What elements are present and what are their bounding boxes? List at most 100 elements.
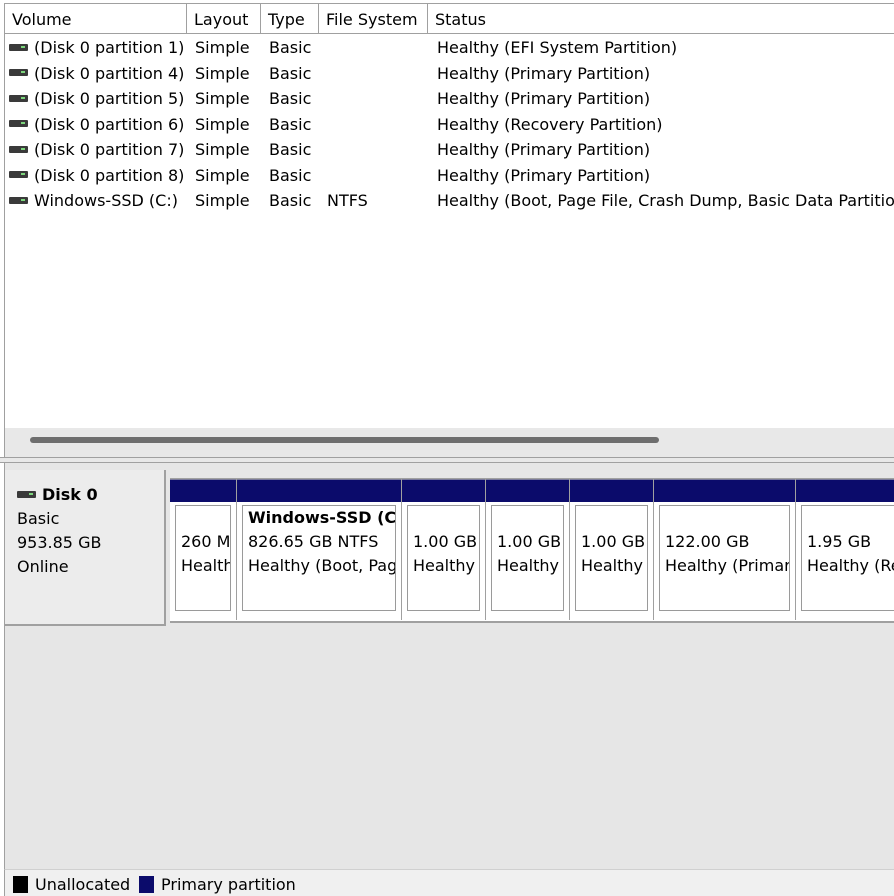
partition-color-bar bbox=[237, 479, 401, 502]
partition-size: 122.00 GB bbox=[665, 532, 750, 551]
layout-cell: Simple bbox=[195, 165, 250, 185]
partition-label bbox=[581, 506, 647, 530]
volume-cell: (Disk 0 partition 5) bbox=[9, 86, 184, 112]
status-cell: Healthy (Recovery Partition) bbox=[437, 114, 663, 134]
partition-block[interactable]: Windows-SSD (C:) 826.65 GB NTFS Healthy … bbox=[237, 479, 402, 620]
layout-cell: Simple bbox=[195, 140, 250, 159]
layout-cell: Simple bbox=[195, 89, 250, 108]
partition-details: Windows-SSD (C:) 826.65 GB NTFS Healthy … bbox=[242, 505, 396, 611]
partition-color-bar bbox=[170, 479, 236, 502]
disk-name: Disk 0 bbox=[42, 485, 98, 504]
partition-block[interactable]: 1.00 GB Healthy (Primary Partition) bbox=[570, 479, 654, 620]
drive-icon bbox=[9, 69, 28, 76]
volume-name: (Disk 0 partition 4) bbox=[34, 63, 185, 83]
type-cell: Basic bbox=[269, 165, 312, 185]
volume-name: (Disk 0 partition 5) bbox=[34, 89, 185, 108]
partition-color-bar bbox=[570, 479, 653, 502]
partition-label bbox=[413, 506, 479, 530]
column-header-volume[interactable]: Volume bbox=[5, 4, 187, 33]
disk-size: 953.85 GB bbox=[17, 533, 102, 552]
disk-status: Online bbox=[17, 557, 69, 576]
status-cell: Healthy (EFI System Partition) bbox=[437, 38, 678, 57]
status-cell: Healthy (Primary Partition) bbox=[437, 140, 651, 159]
type-cell: Basic bbox=[269, 140, 312, 159]
type-cell: Basic bbox=[269, 114, 312, 134]
volume-name: Windows-SSD (C:) bbox=[34, 191, 178, 210]
table-row[interactable]: Windows-SSD (C:) Simple Basic NTFS Healt… bbox=[5, 188, 894, 214]
partition-size: 260 MB bbox=[181, 532, 231, 551]
partition-details: 1.00 GB Healthy (Primary Partition) bbox=[575, 505, 648, 611]
partition-color-bar bbox=[654, 479, 795, 502]
partition-status: Healthy (Recovery Partition) bbox=[807, 556, 894, 575]
column-header-status[interactable]: Status bbox=[428, 4, 894, 33]
column-header-file-system[interactable]: File System bbox=[319, 4, 428, 33]
table-row[interactable]: (Disk 0 partition 5) Simple Basic Health… bbox=[5, 86, 894, 112]
volume-cell: (Disk 0 partition 4) bbox=[9, 61, 184, 87]
partition-size: 1.00 GB bbox=[497, 532, 562, 551]
column-header: Volume Layout Type File System Status bbox=[5, 4, 894, 34]
disk-info-panel[interactable]: Disk 0 Basic 953.85 GB Online bbox=[5, 470, 166, 626]
partition-block[interactable]: 1.00 GB Healthy (Primary Partition) bbox=[486, 479, 570, 620]
table-row[interactable]: (Disk 0 partition 8) Simple Basic Health… bbox=[5, 163, 894, 189]
volume-cell: (Disk 0 partition 7) bbox=[9, 137, 184, 163]
volume-cell: (Disk 0 partition 1) bbox=[9, 35, 184, 61]
type-cell: Basic bbox=[269, 38, 312, 57]
type-cell: Basic bbox=[269, 63, 312, 83]
column-header-layout[interactable]: Layout bbox=[187, 4, 261, 33]
volume-name: (Disk 0 partition 8) bbox=[34, 165, 185, 185]
volume-rows: (Disk 0 partition 1) Simple Basic Health… bbox=[5, 35, 894, 214]
table-row[interactable]: (Disk 0 partition 6) Simple Basic Health… bbox=[5, 112, 894, 138]
partition-label bbox=[497, 506, 563, 530]
partition-status: Healthy (Primary Partition) bbox=[497, 556, 563, 575]
type-cell: Basic bbox=[269, 191, 312, 210]
partition-label: Windows-SSD (C:) bbox=[248, 508, 396, 527]
volume-cell: (Disk 0 partition 6) bbox=[9, 112, 184, 138]
layout-cell: Simple bbox=[195, 114, 250, 134]
partition-map: 260 MB Healthy (EFI System Partition) Wi… bbox=[170, 478, 894, 623]
legend-label: Primary partition bbox=[161, 875, 296, 894]
table-row[interactable]: (Disk 0 partition 4) Simple Basic Health… bbox=[5, 61, 894, 87]
partition-label bbox=[665, 506, 789, 530]
volume-name: (Disk 0 partition 7) bbox=[34, 140, 185, 159]
table-row[interactable]: (Disk 0 partition 1) Simple Basic Health… bbox=[5, 35, 894, 61]
partition-status: Healthy (Boot, Page File, Crash Dump, Ba… bbox=[248, 556, 395, 575]
partition-status: Healthy (EFI System Partition) bbox=[181, 556, 230, 575]
layout-cell: Simple bbox=[195, 191, 250, 210]
partition-details: 260 MB Healthy (EFI System Partition) bbox=[175, 505, 231, 611]
drive-icon bbox=[9, 145, 28, 153]
scrollbar-thumb[interactable] bbox=[30, 437, 659, 443]
disk-type: Basic bbox=[17, 509, 60, 528]
primary-partition-swatch bbox=[139, 876, 154, 893]
partition-size: 1.00 GB bbox=[581, 532, 646, 551]
status-cell: Healthy (Primary Partition) bbox=[437, 165, 651, 185]
column-header-type[interactable]: Type bbox=[261, 4, 319, 33]
partition-details: 1.00 GB Healthy (Primary Partition) bbox=[491, 505, 564, 611]
volume-name: (Disk 0 partition 1) bbox=[34, 38, 185, 57]
volume-cell: Windows-SSD (C:) bbox=[9, 188, 178, 214]
layout-cell: Simple bbox=[195, 63, 250, 83]
partition-size: 1.00 GB bbox=[413, 532, 478, 551]
partition-block[interactable]: 1.00 GB Healthy (Primary Partition) bbox=[402, 479, 486, 620]
partition-label bbox=[807, 506, 894, 530]
partition-block[interactable]: 260 MB Healthy (EFI System Partition) bbox=[170, 479, 237, 620]
horizontal-scrollbar[interactable] bbox=[5, 428, 894, 458]
partition-details: 1.00 GB Healthy (Primary Partition) bbox=[407, 505, 480, 611]
volume-list-pane: Volume Layout Type File System Status (D… bbox=[4, 3, 894, 458]
drive-icon bbox=[9, 43, 28, 51]
table-row[interactable]: (Disk 0 partition 7) Simple Basic Health… bbox=[5, 137, 894, 163]
layout-cell: Simple bbox=[195, 38, 250, 57]
partition-block[interactable]: 122.00 GB Healthy (Primary Partition) bbox=[654, 479, 796, 620]
partition-status: Healthy (Primary Partition) bbox=[665, 556, 789, 575]
legend-unallocated: Unallocated bbox=[13, 876, 130, 894]
partition-size: 1.95 GB bbox=[807, 532, 872, 551]
partition-details: 122.00 GB Healthy (Primary Partition) bbox=[659, 505, 790, 611]
partition-details: 1.95 GB Healthy (Recovery Partition) bbox=[801, 505, 894, 611]
drive-icon bbox=[9, 94, 28, 102]
unallocated-swatch bbox=[13, 876, 28, 893]
status-cell: Healthy (Primary Partition) bbox=[437, 89, 651, 108]
partition-block[interactable]: 1.95 GB Healthy (Recovery Partition) bbox=[796, 479, 894, 620]
disk-map-pane: Disk 0 Basic 953.85 GB Online 260 MB Hea… bbox=[4, 463, 894, 869]
status-cell: Healthy (Primary Partition) bbox=[437, 63, 651, 83]
legend-bar: Unallocated Primary partition bbox=[4, 869, 894, 896]
disk-icon bbox=[17, 490, 36, 498]
